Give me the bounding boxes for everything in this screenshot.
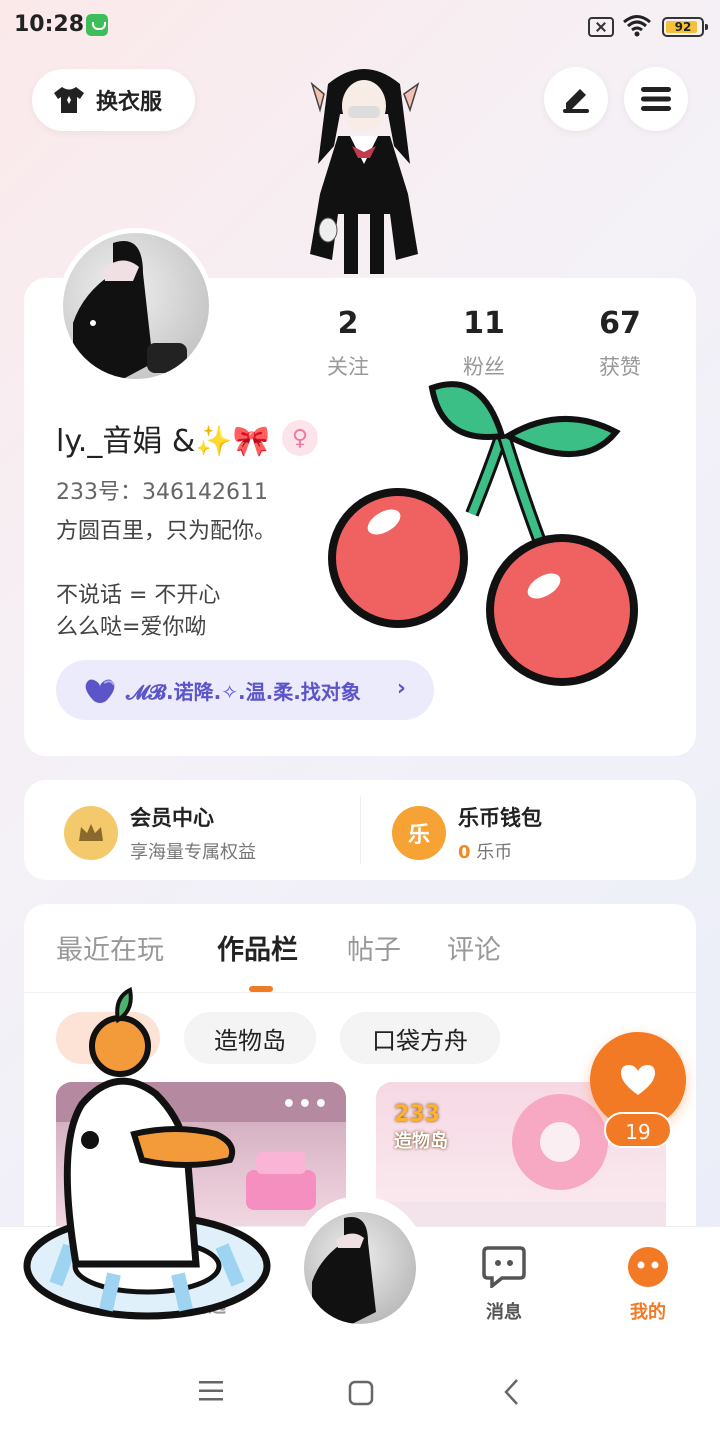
nav-avatar-image xyxy=(312,1217,376,1324)
nav-mine[interactable]: 我的 xyxy=(600,1246,696,1324)
stat-following[interactable]: 2 关注 xyxy=(293,306,403,381)
avatar-illustration xyxy=(73,241,187,379)
tab-recently-played[interactable]: 最近在玩 xyxy=(56,928,164,967)
bio: 方圆百里，只为配你。 不说话 = 不开心 么么哒=爱你呦 xyxy=(56,516,276,644)
nav-messages[interactable]: 消息 xyxy=(456,1246,552,1324)
dress-up-button[interactable]: 换衣服 xyxy=(32,69,195,131)
bio-line: 方圆百里，只为配你。 xyxy=(56,519,277,544)
wallet-amount: 0 xyxy=(458,842,471,863)
creation-island-logo: 233 造物岛 xyxy=(394,1102,448,1153)
divider xyxy=(360,796,361,864)
menu-button[interactable] xyxy=(624,67,688,131)
tab-posts[interactable]: 帖子 xyxy=(347,928,401,967)
message-icon xyxy=(482,1246,526,1290)
stat-likes[interactable]: 67 获赞 xyxy=(565,306,675,381)
user-id: 233号：346142611 xyxy=(56,480,268,505)
like-count: 19 xyxy=(604,1112,672,1148)
more-icon[interactable]: ••• xyxy=(282,1092,330,1117)
app-icon xyxy=(86,14,108,36)
member-wallet-card: 会员中心 享海量专属权益 乐 乐币钱包 0 乐币 xyxy=(24,780,696,880)
heart-icon xyxy=(85,679,115,703)
logo-233: 233 xyxy=(394,1102,440,1127)
avatar-image xyxy=(63,233,209,379)
duck-sticker xyxy=(23,987,271,1320)
logo-name: 造物岛 xyxy=(394,1131,448,1152)
chip-pocket-ark[interactable]: 口袋方舟 xyxy=(340,1012,500,1064)
cherry-sticker xyxy=(328,381,638,686)
edit-button[interactable] xyxy=(544,67,608,131)
username: ly._音娟 &✨🎀 ♀ xyxy=(56,416,318,460)
hamburger-icon xyxy=(641,87,671,111)
home-icon[interactable] xyxy=(348,1380,374,1406)
likes-count: 67 xyxy=(599,306,641,341)
member-center-button[interactable]: 会员中心 享海量专属权益 xyxy=(64,802,256,864)
stat-followers[interactable]: 11 粉丝 xyxy=(429,306,539,381)
battery-icon: 92 xyxy=(662,17,708,37)
tshirt-icon xyxy=(54,87,84,113)
bio-line: 么么哒=爱你呦 xyxy=(56,615,207,640)
system-navigation-bar xyxy=(0,1344,720,1440)
coin-icon: 乐 xyxy=(392,806,446,860)
nav-messages-label: 消息 xyxy=(486,1302,522,1323)
wifi-icon xyxy=(623,15,651,37)
tab-comments[interactable]: 评论 xyxy=(447,928,501,967)
dress-up-label: 换衣服 xyxy=(96,90,163,115)
female-icon: ♀ xyxy=(281,420,318,456)
bio-line xyxy=(56,548,276,580)
member-subtitle: 享海量专属权益 xyxy=(130,842,256,863)
recent-apps-icon[interactable] xyxy=(198,1380,224,1402)
sim-off-icon xyxy=(588,17,614,37)
wallet-button[interactable]: 乐 乐币钱包 0 乐币 xyxy=(392,802,542,864)
battery-text: 92 xyxy=(674,20,692,34)
pen-icon xyxy=(563,89,589,113)
nav-avatar-button[interactable] xyxy=(304,1212,416,1324)
crown-icon xyxy=(64,806,118,860)
bio-line: 不说话 = 不开心 xyxy=(56,583,221,608)
heart-icon xyxy=(621,1065,655,1095)
mine-face-icon xyxy=(628,1247,668,1287)
member-title: 会员中心 xyxy=(130,806,214,830)
back-icon[interactable] xyxy=(502,1378,520,1406)
avatar[interactable] xyxy=(58,228,214,384)
avatar-character[interactable] xyxy=(284,54,444,278)
status-time: 10:28 xyxy=(14,12,85,37)
tab-works[interactable]: 作品栏 xyxy=(217,928,298,967)
nav-mine-label: 我的 xyxy=(630,1302,666,1323)
wallet-unit: 乐币 xyxy=(476,842,513,863)
status-bar: 10:28 92 xyxy=(0,0,720,54)
followers-count: 11 xyxy=(463,306,505,341)
username-text: ly._音娟 &✨🎀 xyxy=(56,424,270,459)
wallet-title: 乐币钱包 xyxy=(458,806,542,830)
following-count: 2 xyxy=(337,306,359,341)
